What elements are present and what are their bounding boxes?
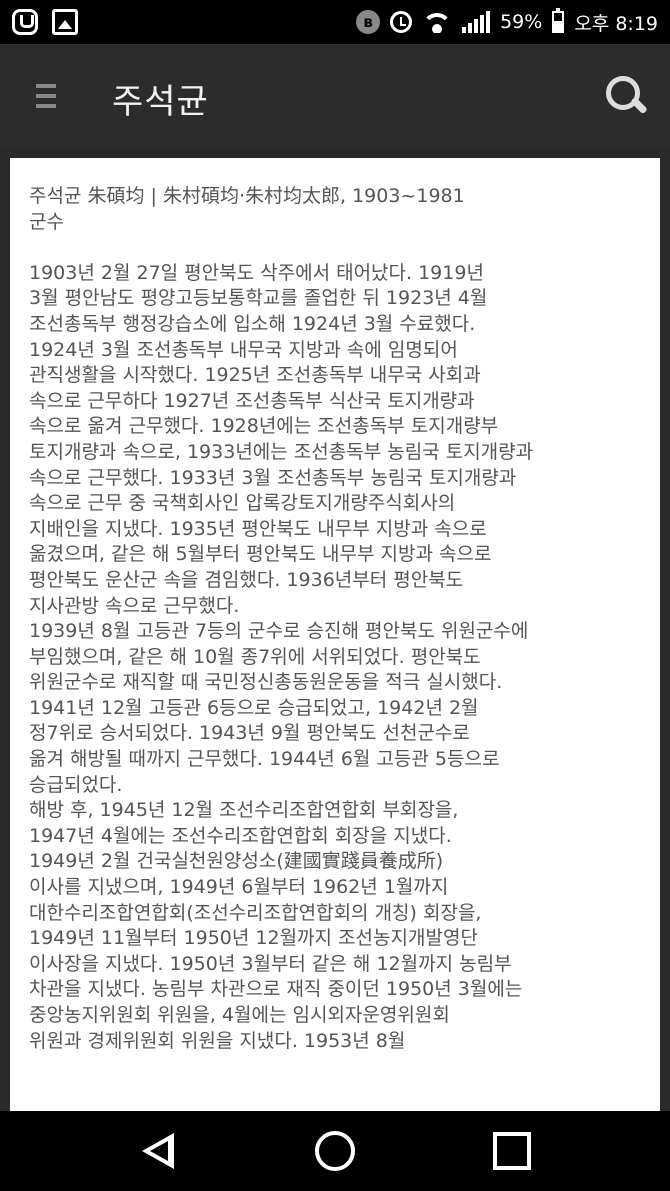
wifi-icon <box>422 11 453 33</box>
status-bar: ʙ 59% 오후 8:19 <box>0 0 670 44</box>
article-card[interactable]: 주석균 朱碩均 | 朱村碩均·朱村均太郎, 1903~1981 군수 1903년… <box>10 158 660 1111</box>
bluetooth-icon: ʙ <box>356 10 381 34</box>
back-triangle-icon[interactable] <box>140 1131 180 1171</box>
signal-icon <box>462 11 491 33</box>
home-circle-icon[interactable] <box>315 1131 355 1171</box>
battery-icon <box>552 8 565 33</box>
content-area[interactable]: 주석균 朱碩均 | 朱村碩均·朱村均太郎, 1903~1981 군수 1903년… <box>0 148 670 1111</box>
gallery-icon <box>52 9 78 35</box>
alarm-icon <box>390 11 413 33</box>
page-title: 주석균 <box>112 82 209 122</box>
recent-apps-square-icon[interactable] <box>493 1132 531 1170</box>
navigation-bar <box>0 1111 670 1191</box>
article-heading: 주석균 朱碩均 | 朱村碩均·朱村均太郎, 1903~1981 군수 <box>29 185 465 233</box>
article-body: 1903년 2월 27일 평안북도 삭주에서 태어났다. 1919년 3월 평안… <box>29 261 534 1052</box>
search-icon[interactable] <box>604 74 648 118</box>
app-bar: 주석균 <box>0 44 670 148</box>
hamburger-menu-icon[interactable] <box>36 84 56 110</box>
battery-percent: 59% <box>500 11 543 33</box>
clock: 오후 8:19 <box>574 12 658 35</box>
u-plus-icon <box>12 9 38 35</box>
